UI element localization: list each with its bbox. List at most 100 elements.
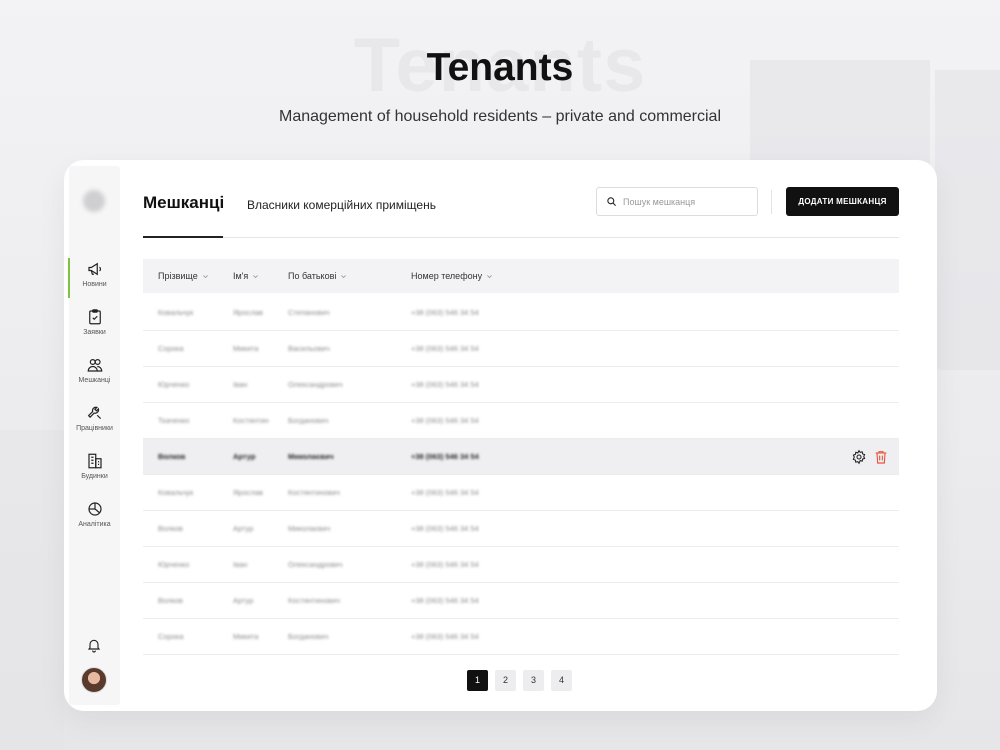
cell-phone: +38 (063) 546 34 54	[411, 308, 479, 317]
cell-name: Костянтин	[233, 416, 269, 425]
sidebar-item-label: Новини	[82, 281, 107, 288]
sidebar-item-requests[interactable]: Заявки	[69, 308, 120, 348]
cell-patronymic: Степанович	[288, 308, 330, 317]
search-field[interactable]	[596, 187, 758, 216]
active-tab-indicator	[143, 236, 223, 238]
bell-icon[interactable]	[86, 637, 102, 653]
chevron-down-icon	[202, 275, 208, 279]
table-row[interactable]: Юрченко Іван Олександрович +38 (063) 546…	[143, 547, 899, 583]
table-row[interactable]: Ковальчук Ярослав Степанович +38 (063) 5…	[143, 295, 899, 331]
cell-name: Іван	[233, 560, 248, 569]
sidebar-item-residents[interactable]: Мешканці	[69, 356, 120, 396]
chevron-down-icon	[487, 275, 492, 279]
cell-name: Ярослав	[233, 308, 264, 317]
table-row[interactable]: Волков Артур Миколаєвич +38 (063) 546 34…	[143, 511, 899, 547]
sidebar-item-label: Працівники	[76, 425, 113, 432]
cell-patronymic: Миколаєвич	[288, 452, 334, 461]
cell-phone: +38 (063) 546 34 54	[411, 380, 479, 389]
column-header-label: Прізвище	[158, 271, 198, 281]
gear-icon[interactable]	[851, 449, 867, 465]
sidebar-item-label: Аналітика	[78, 521, 111, 528]
search-input[interactable]	[623, 192, 753, 212]
cell-name: Микита	[233, 344, 259, 353]
chevron-down-icon	[341, 275, 347, 279]
cell-surname: Волков	[158, 596, 183, 605]
table-row[interactable]: Ткаченко Костянтин Богданович +38 (063) …	[143, 403, 899, 439]
cell-name: Артур	[233, 596, 254, 605]
column-header-name[interactable]: Ім'я	[233, 271, 259, 281]
search-icon	[607, 197, 617, 207]
tabs-divider	[143, 237, 899, 238]
table-body: Ковальчук Ярослав Степанович +38 (063) 5…	[143, 295, 899, 655]
sidebar-item-workers[interactable]: Працівники	[69, 404, 120, 444]
table-row[interactable]: Ковальчук Ярослав Костянтинович +38 (063…	[143, 475, 899, 511]
cell-patronymic: Костянтинович	[288, 488, 340, 497]
column-header-patronymic[interactable]: По батькові	[288, 271, 347, 281]
clipboard-icon	[88, 309, 101, 325]
sidebar-item-label: Мешканці	[78, 377, 111, 384]
column-header-label: По батькові	[288, 271, 337, 281]
cell-surname: Ковальчук	[158, 488, 194, 497]
table-row[interactable]: Сорока Микита Богданович +38 (063) 546 3…	[143, 619, 899, 655]
chevron-down-icon	[253, 275, 259, 279]
users-icon	[87, 359, 102, 372]
megaphone-icon	[87, 262, 101, 276]
cell-patronymic: Богданович	[288, 416, 329, 425]
cell-phone: +38 (063) 546 34 54	[411, 416, 479, 425]
column-header-label: Ім'я	[233, 271, 249, 281]
page-button-3[interactable]: 3	[523, 670, 544, 691]
logo	[83, 190, 105, 212]
cell-surname: Сорока	[158, 632, 184, 641]
cell-name: Артур	[233, 524, 254, 533]
cell-phone: +38 (063) 546 34 54	[411, 488, 479, 497]
wrench-icon	[87, 406, 101, 420]
cell-surname: Юрченко	[158, 560, 190, 569]
cell-patronymic: Олександрович	[288, 560, 343, 569]
cell-surname: Сорока	[158, 344, 184, 353]
toolbar-divider	[771, 190, 772, 214]
sidebar: Новини Заявки Мешканці Працівники Будинк…	[68, 166, 120, 705]
pie-chart-icon	[87, 502, 102, 516]
column-header-label: Номер телефону	[411, 271, 483, 281]
background-ground	[0, 430, 64, 750]
add-resident-button[interactable]: ДОДАТИ МЕШКАНЦЯ	[786, 187, 899, 216]
pagination: 1234	[467, 670, 579, 691]
tab-commercial-owners[interactable]: Власники комерційних приміщень	[247, 198, 436, 212]
cell-phone: +38 (063) 546 34 54	[411, 524, 479, 533]
cell-surname: Ткаченко	[158, 416, 190, 425]
cell-patronymic: Васильович	[288, 344, 330, 353]
column-header-phone[interactable]: Номер телефону	[411, 271, 493, 281]
hero-subtitle: Management of household residents – priv…	[278, 108, 722, 125]
table-row-selected[interactable]: Волков Артур Миколаєвич +38 (063) 546 34…	[143, 439, 899, 475]
tab-residents[interactable]: Мешканці	[143, 193, 224, 213]
cell-name: Микита	[233, 632, 259, 641]
trash-icon[interactable]	[873, 449, 889, 465]
buildings-icon	[87, 453, 102, 469]
cell-phone: +38 (063) 546 34 54	[411, 344, 479, 353]
cell-phone: +38 (063) 546 34 54	[411, 560, 479, 569]
cell-patronymic: Богданович	[288, 632, 329, 641]
page-button-2[interactable]: 2	[495, 670, 516, 691]
cell-patronymic: Костянтинович	[288, 596, 340, 605]
cell-surname: Ковальчук	[158, 308, 194, 317]
sidebar-item-news[interactable]: Новини	[68, 258, 120, 300]
hero-title: Tenants	[426, 46, 574, 89]
cell-phone: +38 (063) 546 34 54	[411, 596, 479, 605]
cell-surname: Юрченко	[158, 380, 190, 389]
page-button-4[interactable]: 4	[551, 670, 572, 691]
column-header-surname[interactable]: Прізвище	[158, 271, 209, 281]
sidebar-item-buildings[interactable]: Будинки	[69, 452, 120, 492]
cell-name: Ярослав	[233, 488, 264, 497]
cell-name: Іван	[233, 380, 248, 389]
cell-surname: Волков	[158, 524, 183, 533]
user-avatar[interactable]	[81, 667, 107, 693]
sidebar-item-label: Заявки	[83, 329, 106, 336]
table-row[interactable]: Сорока Микита Васильович +38 (063) 546 3…	[143, 331, 899, 367]
table-row[interactable]: Волков Артур Костянтинович +38 (063) 546…	[143, 583, 899, 619]
table-header: Прізвище Ім'я По батькові Номер телефону	[143, 259, 899, 293]
sidebar-item-analytics[interactable]: Аналітика	[69, 500, 120, 540]
table-row[interactable]: Юрченко Іван Олександрович +38 (063) 546…	[143, 367, 899, 403]
sidebar-item-label: Будинки	[81, 473, 108, 480]
page-button-1[interactable]: 1	[467, 670, 488, 691]
cell-patronymic: Миколаєвич	[288, 524, 331, 533]
